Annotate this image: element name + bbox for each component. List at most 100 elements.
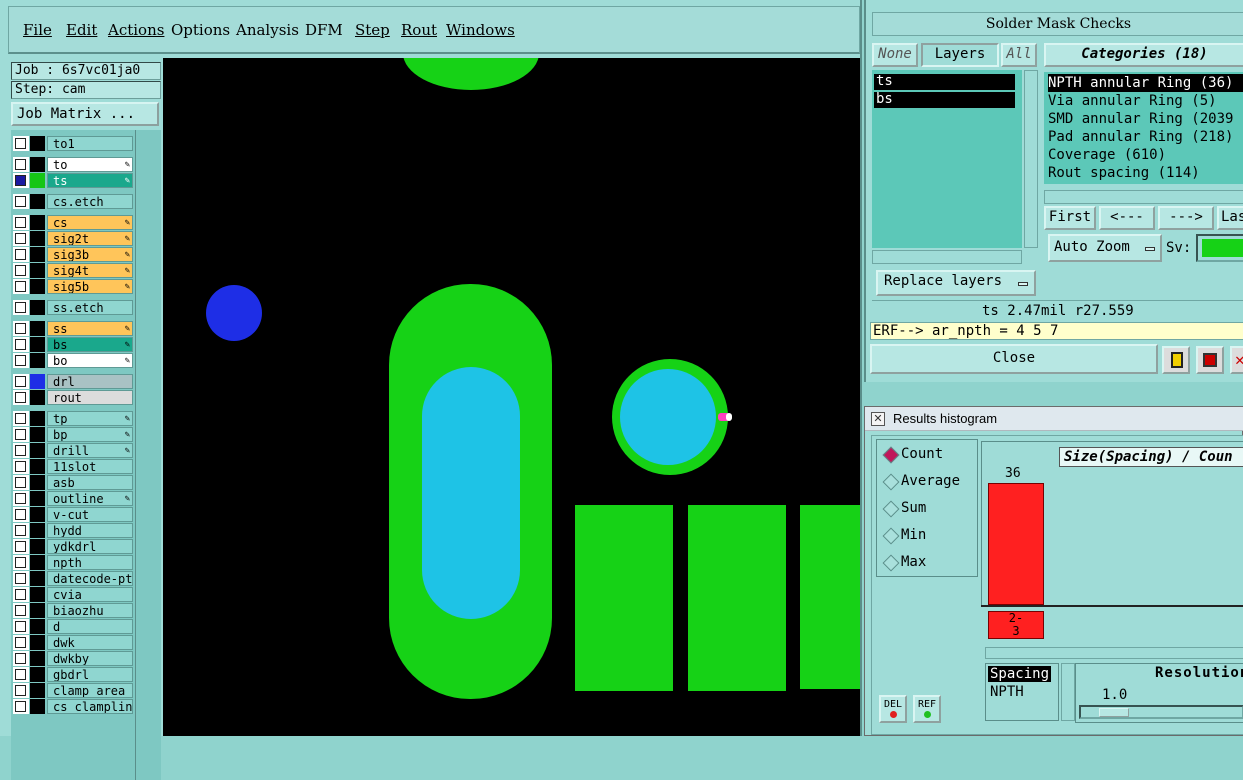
close-button[interactable]: Close bbox=[870, 344, 1158, 374]
layer-color-swatch[interactable] bbox=[30, 390, 45, 405]
layer-checkbox[interactable] bbox=[13, 136, 29, 151]
layer-row-biaozhu[interactable]: biaozhu bbox=[13, 603, 133, 618]
layer-color-swatch[interactable] bbox=[30, 263, 45, 278]
layer-row-ydkdrl[interactable]: ydkdrl bbox=[13, 539, 133, 554]
menu-rout[interactable]: Rout bbox=[401, 21, 437, 39]
layer-color-swatch[interactable] bbox=[30, 635, 45, 650]
layer-row-gbdrl[interactable]: gbdrl bbox=[13, 667, 133, 682]
layer-row-drl[interactable]: drl bbox=[13, 374, 133, 389]
layer-color-swatch[interactable] bbox=[30, 667, 45, 682]
layer-color-swatch[interactable] bbox=[30, 491, 45, 506]
layer-checkbox[interactable] bbox=[13, 157, 29, 172]
exit-icon-button[interactable] bbox=[1196, 346, 1224, 374]
layer-color-swatch[interactable] bbox=[30, 215, 45, 230]
layer-row-asb[interactable]: asb bbox=[13, 475, 133, 490]
layer-checkbox[interactable] bbox=[13, 635, 29, 650]
layer-name[interactable]: ydkdrl bbox=[47, 539, 133, 554]
layer-checkbox[interactable] bbox=[13, 411, 29, 426]
layer-row-sig3b[interactable]: sig3b ✎ bbox=[13, 247, 133, 262]
layer-color-swatch[interactable] bbox=[30, 699, 45, 714]
layer-row-ss[interactable]: ss ✎ bbox=[13, 321, 133, 336]
auto-zoom-button[interactable]: Auto Zoom bbox=[1048, 234, 1162, 262]
layer-name[interactable]: ss ✎ bbox=[47, 321, 133, 336]
layer-name[interactable]: cs ✎ bbox=[47, 215, 133, 230]
layer-name[interactable]: outline ✎ bbox=[47, 491, 133, 506]
category-item[interactable]: Via annular Ring (5) bbox=[1048, 92, 1217, 110]
ref-button[interactable]: REF bbox=[913, 695, 941, 723]
layers-hscroll[interactable] bbox=[872, 250, 1022, 264]
category-item[interactable]: NPTH annular Ring (36) bbox=[1048, 74, 1243, 92]
layer-color-swatch[interactable] bbox=[30, 231, 45, 246]
tab-categories[interactable]: Categories (18) bbox=[1044, 43, 1243, 67]
layer-row-to1[interactable]: to1 bbox=[13, 136, 133, 151]
resolution-slider[interactable] bbox=[1079, 705, 1243, 719]
layer-name[interactable]: asb bbox=[47, 475, 133, 490]
layer-name[interactable]: gbdrl bbox=[47, 667, 133, 682]
tab-layers[interactable]: Layers bbox=[921, 43, 999, 67]
layer-checkbox[interactable] bbox=[13, 523, 29, 538]
layer-row-ts[interactable]: ts ✎ bbox=[13, 173, 133, 188]
window-close-icon[interactable]: ✕ bbox=[871, 412, 885, 426]
job-matrix-button[interactable]: Job Matrix ... bbox=[11, 102, 159, 126]
layer-color-swatch[interactable] bbox=[30, 411, 45, 426]
layer-checkbox[interactable] bbox=[13, 683, 29, 698]
layer-name[interactable]: npth bbox=[47, 555, 133, 570]
layer-name[interactable]: clamp_area bbox=[47, 683, 133, 698]
layer-checkbox[interactable] bbox=[13, 699, 29, 714]
layer-row-hydd[interactable]: hydd bbox=[13, 523, 133, 538]
layer-row-rout[interactable]: rout bbox=[13, 390, 133, 405]
layer-color-swatch[interactable] bbox=[30, 157, 45, 172]
layer-row-cs[interactable]: cs ✎ bbox=[13, 215, 133, 230]
layer-row-dwkby[interactable]: dwkby bbox=[13, 651, 133, 666]
layer-name[interactable]: hydd bbox=[47, 523, 133, 538]
first-button[interactable]: First bbox=[1044, 206, 1096, 230]
layer-row-sig2t[interactable]: sig2t ✎ bbox=[13, 231, 133, 246]
menu-actions[interactable]: Actions bbox=[108, 21, 164, 39]
layer-color-swatch[interactable] bbox=[30, 279, 45, 294]
layer-checkbox[interactable] bbox=[13, 279, 29, 294]
layer-name[interactable]: ts ✎ bbox=[47, 173, 133, 188]
layer-name[interactable]: to ✎ bbox=[47, 157, 133, 172]
menu-edit[interactable]: Edit bbox=[66, 21, 97, 39]
layer-name[interactable]: dwk bbox=[47, 635, 133, 650]
layer-checkbox[interactable] bbox=[13, 247, 29, 262]
layer-checkbox[interactable] bbox=[13, 374, 29, 389]
layer-row-npth[interactable]: npth bbox=[13, 555, 133, 570]
layer-color-swatch[interactable] bbox=[30, 539, 45, 554]
layer-checkbox[interactable] bbox=[13, 571, 29, 586]
layer-checkbox[interactable] bbox=[13, 507, 29, 522]
layer-row-11slot[interactable]: 11slot bbox=[13, 459, 133, 474]
layer-row-cs-etch[interactable]: cs.etch bbox=[13, 194, 133, 209]
layer-name[interactable]: sig2t ✎ bbox=[47, 231, 133, 246]
layer-row-sig4t[interactable]: sig4t ✎ bbox=[13, 263, 133, 278]
layer-name[interactable]: sig5b ✎ bbox=[47, 279, 133, 294]
del-button[interactable]: DEL bbox=[879, 695, 907, 723]
layer-color-swatch[interactable] bbox=[30, 300, 45, 315]
layer-checkbox[interactable] bbox=[13, 459, 29, 474]
layer-name[interactable]: 11slot bbox=[47, 459, 133, 474]
layer-color-swatch[interactable] bbox=[30, 321, 45, 336]
layer-color-swatch[interactable] bbox=[30, 337, 45, 352]
list-item[interactable]: NPTH bbox=[988, 684, 1026, 700]
layer-row-clamp-area[interactable]: clamp_area bbox=[13, 683, 133, 698]
next-button[interactable]: ---> bbox=[1158, 206, 1214, 230]
layer-row-bs[interactable]: bs ✎ bbox=[13, 337, 133, 352]
layer-name[interactable]: drill ✎ bbox=[47, 443, 133, 458]
layer-list-scrollbar[interactable] bbox=[135, 130, 161, 780]
layer-name[interactable]: bp ✎ bbox=[47, 427, 133, 442]
layer-row-d[interactable]: d bbox=[13, 619, 133, 634]
layer-checkbox[interactable] bbox=[13, 353, 29, 368]
layer-checkbox[interactable] bbox=[13, 667, 29, 682]
layer-checkbox[interactable] bbox=[13, 539, 29, 554]
categories-listbox[interactable]: NPTH annular Ring (36) Via annular Ring … bbox=[1044, 72, 1243, 184]
layer-name[interactable]: bs ✎ bbox=[47, 337, 133, 352]
none-button[interactable]: None bbox=[872, 43, 918, 67]
menu-analysis[interactable]: Analysis bbox=[236, 21, 299, 39]
layer-color-swatch[interactable] bbox=[30, 173, 45, 188]
layer-color-swatch[interactable] bbox=[30, 603, 45, 618]
histogram-hscroll[interactable] bbox=[985, 647, 1243, 659]
layer-name[interactable]: sig4t ✎ bbox=[47, 263, 133, 278]
layer-checkbox[interactable] bbox=[13, 173, 29, 188]
layer-name[interactable]: cs_clampline bbox=[47, 699, 133, 714]
layer-checkbox[interactable] bbox=[13, 603, 29, 618]
